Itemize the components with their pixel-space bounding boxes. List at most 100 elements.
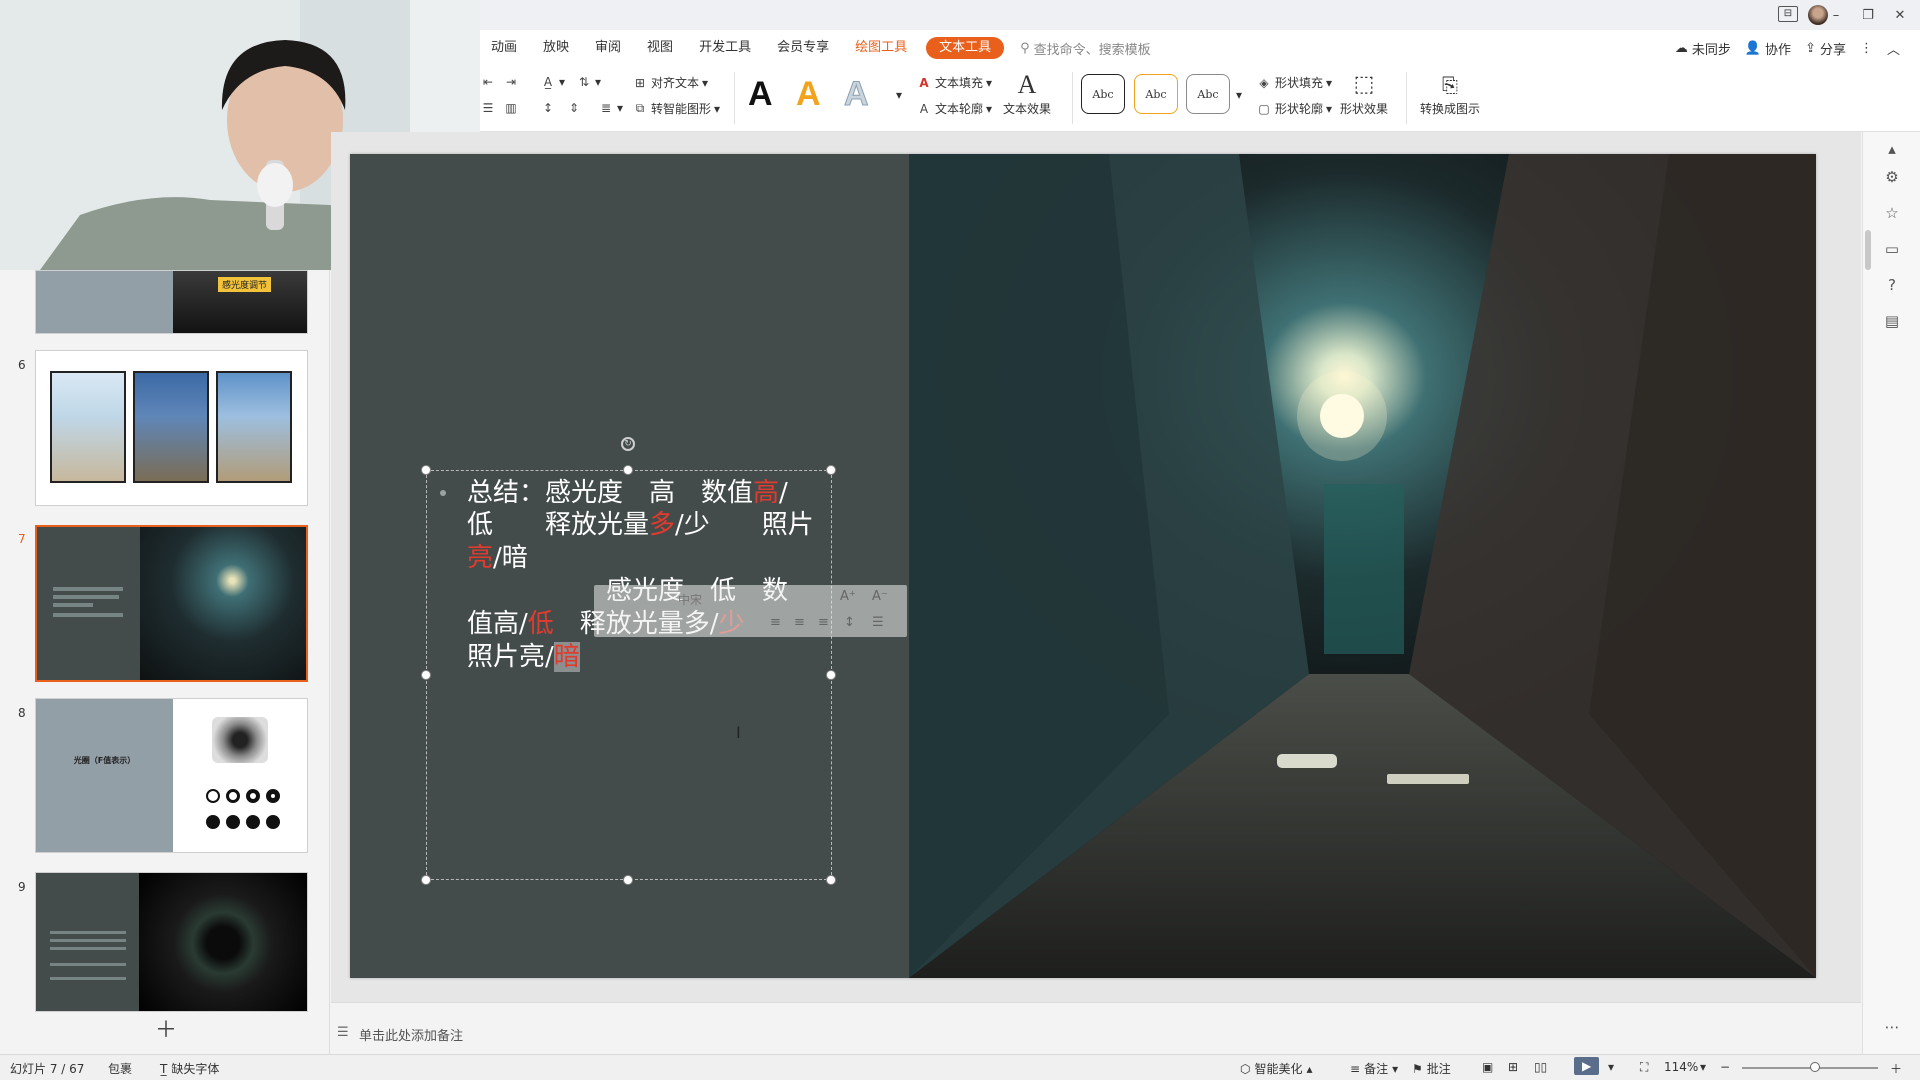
align-text-button[interactable]: ⊞ 对齐文本 ▾ xyxy=(632,74,708,91)
spacing-more-icon[interactable]: ≣ ▾ xyxy=(598,100,623,116)
align-justify-icon[interactable]: ≡ xyxy=(818,615,829,630)
minimize-icon[interactable]: – xyxy=(1820,5,1852,25)
collaborate-button[interactable]: 👤 协作 xyxy=(1745,39,1791,58)
rotate-handle-icon[interactable]: ↻ xyxy=(621,437,635,451)
slide-thumbnail-7[interactable] xyxy=(35,525,308,682)
shape-style-2[interactable]: Abc xyxy=(1134,74,1178,114)
tab-animation[interactable]: 动画 xyxy=(478,30,530,66)
command-search[interactable]: ⚲ 查找命令、搜索模板 xyxy=(1020,39,1151,58)
resize-handle-bl[interactable] xyxy=(421,875,431,885)
smart-beautify-button[interactable]: ⬡ 智能美化 ▴ xyxy=(1240,1060,1313,1077)
theme-name[interactable]: 包裹 xyxy=(108,1060,132,1077)
tab-member[interactable]: 会员专享 xyxy=(764,30,842,66)
align-center-icon[interactable]: ≡ xyxy=(770,615,781,630)
columns-icon[interactable]: ▥ xyxy=(503,100,519,116)
night-alley-photo[interactable] xyxy=(909,154,1816,978)
vertical-scrollbar[interactable] xyxy=(1862,140,1874,1000)
zoom-out-icon[interactable]: − xyxy=(1720,1060,1730,1074)
slide-thumbnail-8[interactable]: 光圈（F值表示） xyxy=(35,698,308,853)
reading-view-icon[interactable]: ▯▯ xyxy=(1534,1060,1547,1074)
zoom-slider[interactable] xyxy=(1742,1062,1878,1072)
play-slideshow-button[interactable]: ▶ xyxy=(1574,1057,1600,1075)
restore-icon[interactable]: ❐ xyxy=(1852,5,1884,25)
text-style-outline[interactable]: A xyxy=(844,74,870,114)
resize-handle-tl[interactable] xyxy=(421,465,431,475)
text-fill-button[interactable]: A 文本填充 ▾ xyxy=(916,74,992,91)
share-button[interactable]: ⇪ 分享 xyxy=(1805,39,1846,58)
transition-icon[interactable]: ▭ xyxy=(1883,240,1901,258)
resize-handle-tr[interactable] xyxy=(826,465,836,475)
collapse-ribbon-icon[interactable]: ︿ xyxy=(1887,39,1900,58)
notes-pane[interactable]: ☰ 单击此处添加备注 xyxy=(331,1002,1861,1054)
notes-toggle-button[interactable]: ≡ 备注 ▾ xyxy=(1350,1060,1398,1077)
shape-style-more-icon[interactable]: ▾ xyxy=(1236,88,1242,102)
list-icon[interactable]: ☰ xyxy=(480,100,496,116)
slide-thumbnail-9[interactable] xyxy=(35,872,308,1012)
tab-slideshow[interactable]: 放映 xyxy=(530,30,582,66)
property-icon[interactable]: ⚙ xyxy=(1883,168,1901,186)
text-style-more-icon[interactable]: ▾ xyxy=(896,88,902,102)
smart-shape-button[interactable]: ⧉ 转智能图形 ▾ xyxy=(632,100,720,117)
floating-format-toolbar[interactable]: 中宋 A⁺ A⁻ ≡ ≡ ≡ ↕ ☰ xyxy=(594,585,907,637)
zoom-level[interactable]: 114% xyxy=(1664,1060,1698,1074)
more-icon[interactable]: ⋮ xyxy=(1860,41,1873,56)
slide-thumbnail-6[interactable] xyxy=(35,350,308,506)
font-shrink-icon[interactable]: A⁻ xyxy=(872,589,888,604)
font-name-field[interactable]: 中宋 xyxy=(678,591,702,608)
indent-decrease-icon[interactable]: ⇤ xyxy=(480,74,496,90)
comment-button[interactable]: ⚑ 批注 xyxy=(1412,1060,1451,1077)
convert-diagram-button[interactable]: ⎘ 转换成图示 xyxy=(1420,72,1480,117)
resize-handle-l[interactable] xyxy=(421,670,431,680)
help-icon[interactable]: ? xyxy=(1883,276,1901,294)
shape-outline-button[interactable]: ▢ 形状轮廓 ▾ xyxy=(1256,100,1332,117)
resize-handle-b[interactable] xyxy=(623,875,633,885)
scroll-up-icon[interactable]: ▴ xyxy=(1883,140,1901,158)
missing-font-button[interactable]: T̲ 缺失字体 xyxy=(160,1060,219,1077)
resize-handle-r[interactable] xyxy=(826,670,836,680)
zoom-menu-icon[interactable]: ▾ xyxy=(1700,1060,1706,1074)
tab-review[interactable]: 审阅 xyxy=(582,30,634,66)
font-grow-icon[interactable]: A⁺ xyxy=(840,589,856,604)
text-box-selection[interactable] xyxy=(426,470,832,880)
slide-thumbnail-panel[interactable]: 感光度调节 6 7 8 光圈（F值表示） 9 xyxy=(0,132,330,1054)
list-icon[interactable]: ☰ xyxy=(872,615,884,630)
text-style-black[interactable]: A xyxy=(748,74,773,114)
panel-toggle-icon[interactable]: ⊟ xyxy=(1778,6,1798,22)
archive-icon[interactable]: ▤ xyxy=(1883,312,1901,330)
text-effect-button[interactable]: A 文本效果 xyxy=(1003,72,1051,117)
tab-view[interactable]: 视图 xyxy=(634,30,686,66)
para-spacing-icon[interactable]: ⇕ xyxy=(566,100,582,116)
resize-handle-br[interactable] xyxy=(826,875,836,885)
zoom-slider-thumb[interactable] xyxy=(1810,1062,1820,1072)
sort-icon[interactable]: ⇅ ▾ xyxy=(576,74,601,90)
normal-view-icon[interactable]: ▣ xyxy=(1482,1060,1493,1074)
line-spacing-icon[interactable]: ↕ xyxy=(844,615,855,630)
close-icon[interactable]: ✕ xyxy=(1884,5,1916,25)
slide-thumbnail-5[interactable]: 感光度调节 xyxy=(35,270,308,334)
grid-view-icon[interactable]: ⊞ xyxy=(1508,1060,1518,1074)
sync-button[interactable]: ☁ 未同步 xyxy=(1675,39,1731,58)
notes-placeholder[interactable]: 单击此处添加备注 xyxy=(359,1025,463,1044)
shape-effect-button[interactable]: ⬚ 形状效果 xyxy=(1340,72,1388,117)
tab-text-tools[interactable]: 文本工具 xyxy=(926,37,1005,59)
pin-icon[interactable]: ☆ xyxy=(1883,204,1901,222)
shape-style-3[interactable]: Abc xyxy=(1186,74,1230,114)
add-slide-button[interactable]: ＋ xyxy=(155,1012,177,1044)
line-spacing-icon[interactable]: ↕ xyxy=(540,100,556,116)
shape-style-1[interactable]: Abc xyxy=(1081,74,1125,114)
fit-window-icon[interactable]: ⛶ xyxy=(1640,1060,1648,1075)
search-input[interactable]: 查找命令、搜索模板 xyxy=(1034,39,1151,58)
text-direction-icon[interactable]: A̲ ▾ xyxy=(540,74,565,90)
text-style-orange[interactable]: A xyxy=(796,74,821,114)
scrollbar-thumb[interactable] xyxy=(1865,230,1871,270)
resize-handle-t[interactable] xyxy=(623,465,633,475)
more-options-icon[interactable]: ⋯ xyxy=(1883,1018,1901,1036)
shape-fill-button[interactable]: ◈ 形状填充 ▾ xyxy=(1256,74,1332,91)
play-options-icon[interactable]: ▾ xyxy=(1608,1060,1614,1074)
tab-drawing-tools[interactable]: 绘图工具 xyxy=(842,30,920,66)
indent-increase-icon[interactable]: ⇥ xyxy=(503,74,519,90)
align-right-icon[interactable]: ≡ xyxy=(794,615,805,630)
tab-developer[interactable]: 开发工具 xyxy=(686,30,764,66)
text-outline-button[interactable]: A 文本轮廓 ▾ xyxy=(916,100,992,117)
zoom-in-icon[interactable]: ＋ xyxy=(1890,1060,1902,1077)
